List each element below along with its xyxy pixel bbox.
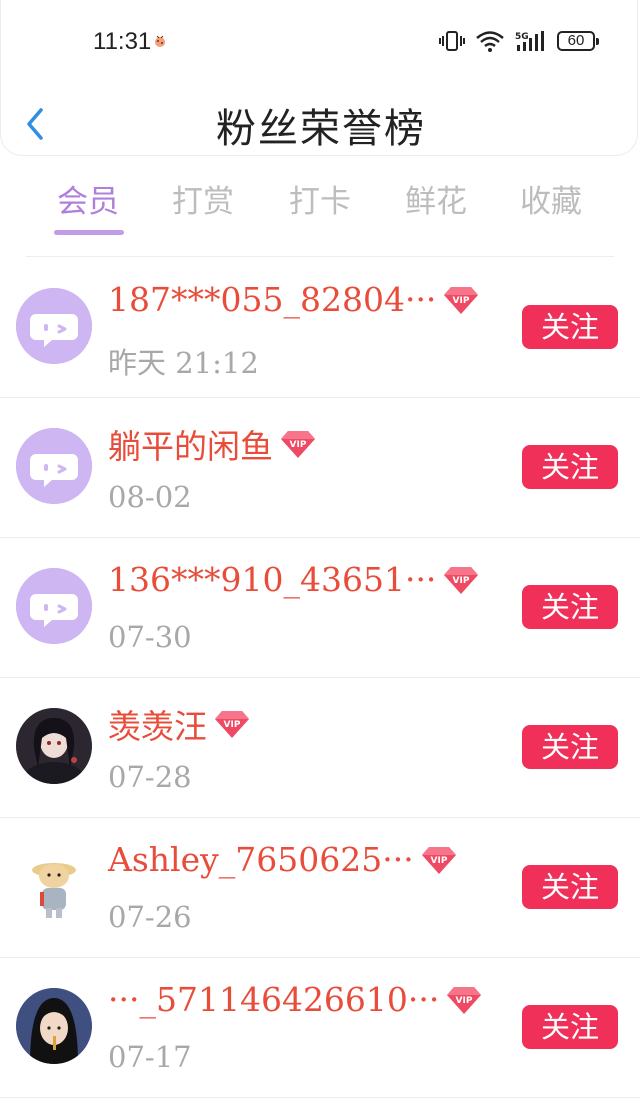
tab-checkin[interactable]: 打卡 xyxy=(270,176,370,221)
list-item[interactable]: ···_571146426610··· VIP 07-17 关注 xyxy=(0,958,640,1098)
active-tab-indicator xyxy=(54,230,124,235)
fan-time: 07-26 xyxy=(108,900,192,934)
list-item[interactable]: 躺平的闲鱼 VIP 08-02 关注 xyxy=(0,398,640,538)
fan-time: 07-17 xyxy=(108,1040,192,1074)
wifi-icon xyxy=(476,31,504,52)
vip-diamond-icon: VIP xyxy=(447,986,482,1014)
svg-text:VIP: VIP xyxy=(453,576,470,586)
follow-button[interactable]: 关注 xyxy=(522,585,618,629)
vibrate-icon xyxy=(439,31,465,51)
fan-time: 08-02 xyxy=(108,480,192,514)
status-icons: 5G 60 xyxy=(439,30,599,52)
tab-rewards[interactable]: 打赏 xyxy=(153,176,253,221)
fan-time: 07-30 xyxy=(108,620,192,654)
notification-bug-icon xyxy=(155,35,165,47)
tab-favorites[interactable]: 收藏 xyxy=(501,176,601,221)
default-avatar[interactable] xyxy=(16,428,92,504)
photo-avatar[interactable] xyxy=(16,988,92,1064)
tab-flowers[interactable]: 鲜花 xyxy=(386,176,486,221)
list-item[interactable]: 187***055_82804··· VIP 昨天 21:12 关注 xyxy=(0,258,640,398)
follow-button[interactable]: 关注 xyxy=(522,445,618,489)
follow-button[interactable]: 关注 xyxy=(522,1005,618,1049)
photo-avatar[interactable] xyxy=(16,708,92,784)
svg-text:5G: 5G xyxy=(515,32,529,42)
5g-signal-icon: 5G xyxy=(515,31,544,51)
vip-diamond-icon: VIP xyxy=(444,286,479,314)
svg-text:VIP: VIP xyxy=(430,856,447,866)
fan-name[interactable]: 躺平的闲鱼 xyxy=(108,420,273,468)
default-avatar[interactable] xyxy=(16,568,92,644)
svg-text:VIP: VIP xyxy=(290,440,307,450)
girl-photo-avatar-image xyxy=(16,988,92,1064)
list-item[interactable]: Ashley_7650625··· VIP 07-26 关注 xyxy=(0,818,640,958)
cat-doll-avatar-image xyxy=(16,848,92,924)
fan-name[interactable]: Ashley_7650625··· xyxy=(108,840,414,879)
fan-name[interactable]: 187***055_82804··· xyxy=(108,280,436,319)
list-item[interactable]: 羡羡汪 VIP 07-28 关注 xyxy=(0,678,640,818)
fan-time: 昨天 21:12 xyxy=(108,346,259,380)
vip-diamond-icon: VIP xyxy=(281,431,315,458)
vip-diamond-icon: VIP xyxy=(421,846,456,874)
default-avatar[interactable] xyxy=(16,288,92,364)
battery-icon: 60 xyxy=(557,31,599,51)
page-title: 粉丝荣誉榜 xyxy=(216,106,426,152)
fan-name[interactable]: 136***910_43651··· xyxy=(108,560,436,599)
vip-diamond-icon: VIP xyxy=(215,711,249,738)
anime-girl-avatar-image xyxy=(16,708,92,784)
chat-bubble-icon xyxy=(16,428,92,504)
status-time: 11:31 xyxy=(93,28,152,55)
follow-button[interactable]: 关注 xyxy=(522,865,618,909)
divider xyxy=(26,256,614,257)
follow-button[interactable]: 关注 xyxy=(522,305,618,349)
fan-list: 187***055_82804··· VIP 昨天 21:12 关注 躺平的闲鱼 xyxy=(0,258,640,1098)
fan-name[interactable]: ···_571146426610··· xyxy=(108,980,439,1019)
svg-text:VIP: VIP xyxy=(224,720,241,730)
tab-members[interactable]: 会员 xyxy=(38,176,138,221)
top-header: 11:31 5G 60 粉丝荣誉榜 xyxy=(0,0,638,156)
follow-button[interactable]: 关注 xyxy=(522,725,618,769)
fan-name[interactable]: 羡羡汪 xyxy=(108,700,207,748)
svg-text:VIP: VIP xyxy=(456,996,473,1006)
photo-avatar[interactable] xyxy=(16,848,92,924)
chat-bubble-icon xyxy=(16,568,92,644)
list-item[interactable]: 136***910_43651··· VIP 07-30 关注 xyxy=(0,538,640,678)
fan-time: 07-28 xyxy=(108,760,192,794)
vip-diamond-icon: VIP xyxy=(444,566,479,594)
svg-text:VIP: VIP xyxy=(453,296,470,306)
chat-bubble-icon xyxy=(16,288,92,364)
